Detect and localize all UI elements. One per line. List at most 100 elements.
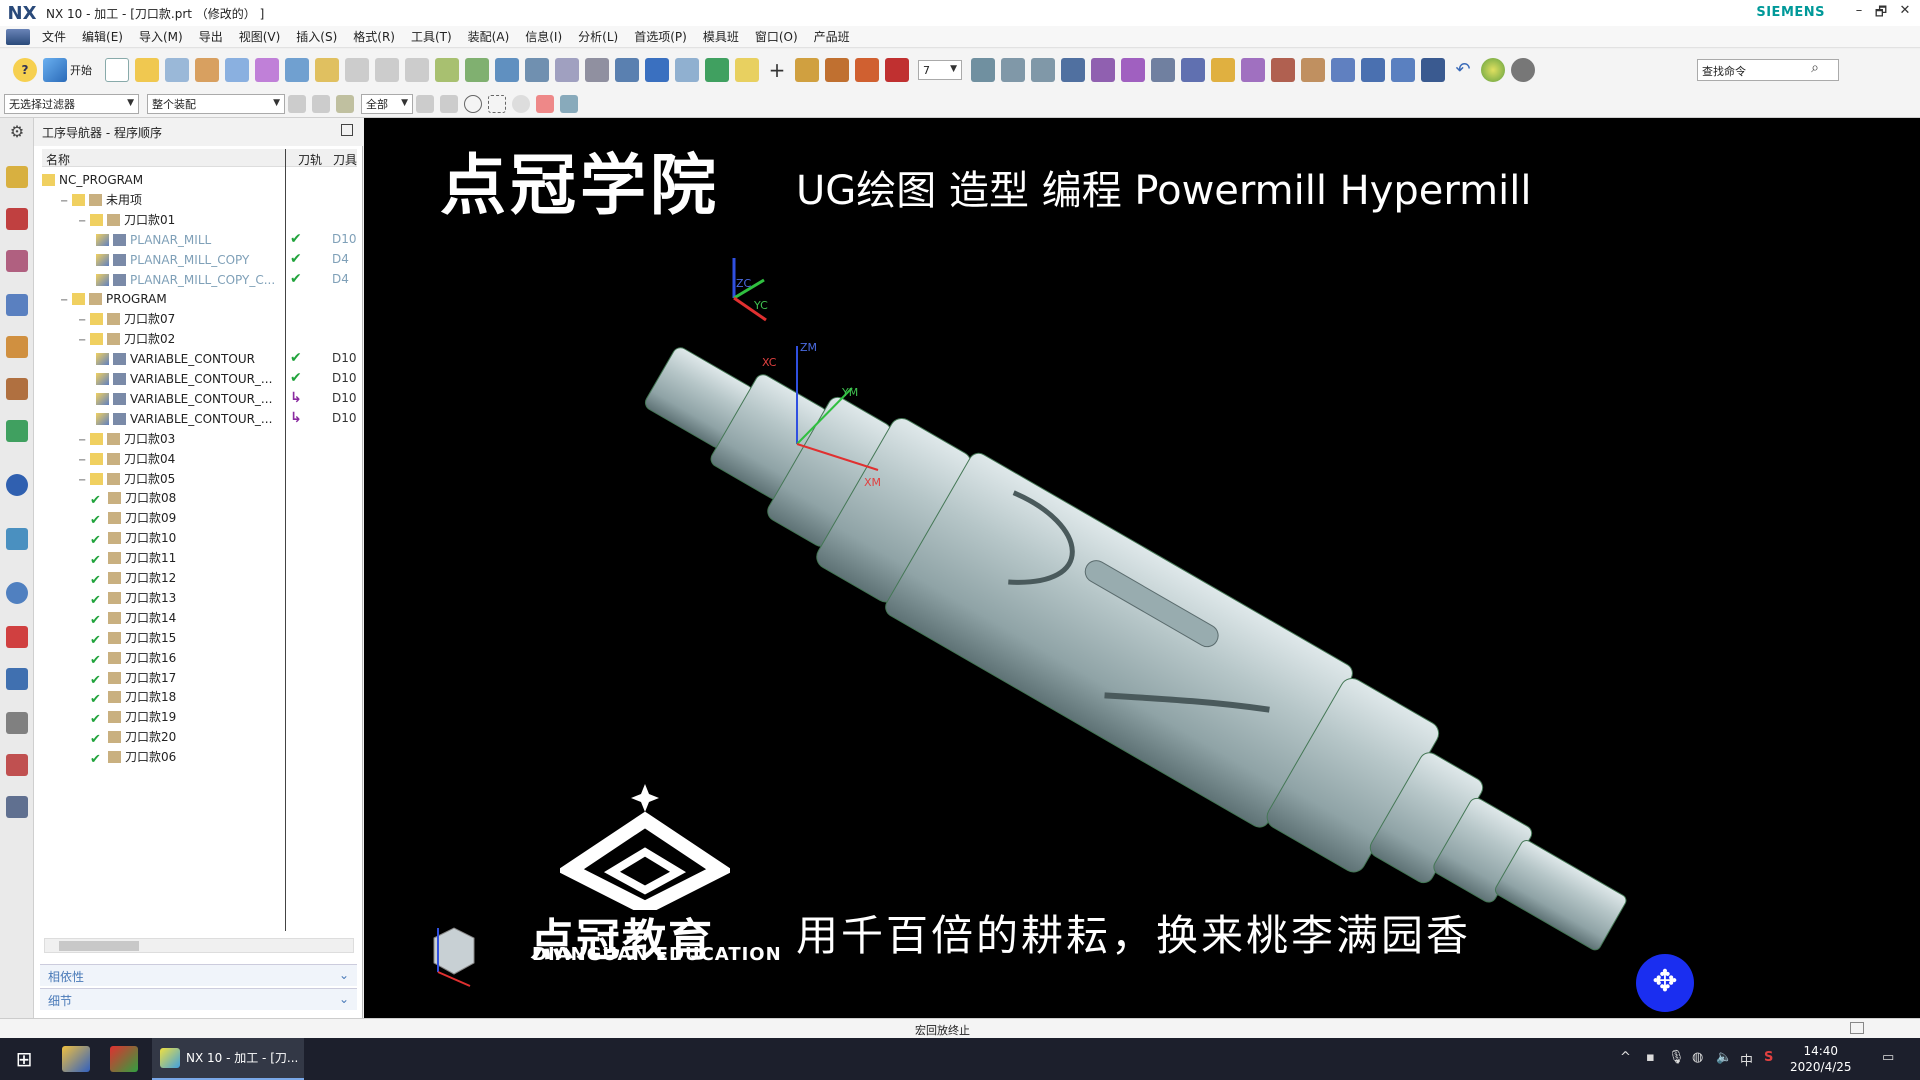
tool-icon-3[interactable] [225, 58, 249, 82]
tool-icon-6[interactable] [315, 58, 339, 82]
menu-edit[interactable]: 编辑(E) [74, 28, 131, 45]
tree-row[interactable]: ✔ 刀口款14 [78, 608, 282, 628]
tree-row[interactable]: ✔ 刀口款10 [78, 528, 282, 548]
tree-row[interactable]: VARIABLE_CONTOUR_... [96, 369, 282, 389]
constraint-navigator-icon[interactable] [6, 250, 28, 272]
type-scope-combo[interactable]: 全部 ▼ [361, 94, 413, 114]
app-menu-icon[interactable] [6, 28, 30, 45]
tree-row[interactable]: ✔ 刀口款12 [78, 568, 282, 588]
gear-icon[interactable]: ⚙ [6, 122, 28, 144]
tree-row[interactable]: ✔ 刀口款06 [78, 747, 282, 767]
expand-toggle-icon[interactable]: − [78, 431, 88, 451]
view-icon-2[interactable] [536, 95, 554, 113]
tool-icon-24[interactable] [1061, 58, 1085, 82]
process-studio-icon[interactable] [6, 668, 28, 690]
tree-row[interactable]: VARIABLE_CONTOUR [96, 349, 282, 369]
layer-icon-1[interactable] [971, 58, 995, 82]
pinned-app-icon-2[interactable] [110, 1046, 138, 1072]
menu-insert[interactable]: 插入(S) [288, 28, 345, 45]
expand-toggle-icon[interactable]: − [60, 192, 70, 212]
tree-row[interactable]: VARIABLE_CONTOUR_... [96, 409, 282, 429]
menu-tools[interactable]: 工具(T) [403, 28, 460, 45]
tool-icon-11[interactable] [465, 58, 489, 82]
operation-navigator-icon[interactable] [6, 294, 28, 316]
menu-import[interactable]: 导入(M) [131, 28, 191, 45]
tool-icon-22[interactable] [855, 58, 879, 82]
tool-icon-14[interactable] [555, 58, 579, 82]
reuse-library-icon[interactable] [6, 378, 28, 400]
start-label[interactable]: 开始 [70, 62, 92, 78]
tool-icon-10[interactable] [435, 58, 459, 82]
web-browser-icon[interactable] [6, 474, 28, 496]
menu-mold-class[interactable]: 模具班 [695, 28, 747, 45]
snap-icon-1[interactable] [416, 95, 434, 113]
snap-point-icon[interactable] [464, 95, 482, 113]
volume-icon[interactable]: 🔈 [1716, 1050, 1732, 1065]
tree-row[interactable]: − PROGRAM [60, 289, 282, 309]
tool-icon-34[interactable] [1391, 58, 1415, 82]
horizontal-scrollbar[interactable] [44, 938, 354, 953]
filter-icon-2[interactable] [312, 95, 330, 113]
tree-row[interactable]: − 刀口款01 [78, 210, 282, 230]
tool-icon-15[interactable] [585, 58, 609, 82]
tree-row[interactable]: PLANAR_MILL_COPY [96, 250, 282, 270]
tree-row[interactable]: − 未用项 [60, 190, 282, 210]
manufacturing-wizard-icon[interactable] [6, 712, 28, 734]
scrollbar-thumb[interactable] [59, 941, 139, 951]
tool-icon-4[interactable] [255, 58, 279, 82]
globe-icon[interactable] [1481, 58, 1505, 82]
tree-row[interactable]: ✔ 刀口款11 [78, 548, 282, 568]
tool-icon-20[interactable] [795, 58, 819, 82]
tool-icon-27[interactable] [1151, 58, 1175, 82]
tree-row[interactable]: ✔ 刀口款18 [78, 687, 282, 707]
tree-row[interactable]: − 刀口款03 [78, 429, 282, 449]
tool-icon-5[interactable] [285, 58, 309, 82]
zoom-combo[interactable]: 7 ▼ [918, 60, 962, 80]
tool-icon-16[interactable] [615, 58, 639, 82]
tree-row[interactable]: − 刀口款02 [78, 329, 282, 349]
tool-icon-26[interactable] [1121, 58, 1145, 82]
layer-icon-3[interactable] [1031, 58, 1055, 82]
role-icon[interactable] [1511, 58, 1535, 82]
menu-preferences[interactable]: 首选项(P) [626, 28, 695, 45]
tree-row[interactable]: ✔ 刀口款19 [78, 707, 282, 727]
menu-view[interactable]: 视图(V) [231, 28, 289, 45]
filter-icon-1[interactable] [288, 95, 306, 113]
tool-icon-7[interactable] [345, 58, 369, 82]
system-scene-icon[interactable] [6, 796, 28, 818]
help-icon[interactable]: ? [13, 58, 37, 82]
restore-button[interactable]: 🗗 [1872, 3, 1890, 21]
minimize-button[interactable]: – [1850, 3, 1868, 21]
save-icon[interactable] [1421, 58, 1445, 82]
expand-toggle-icon[interactable]: − [78, 451, 88, 471]
part-navigator-icon[interactable] [6, 166, 28, 188]
tree-row[interactable]: ✔ 刀口款17 [78, 668, 282, 688]
fullscreen-icon[interactable] [1850, 1022, 1864, 1034]
search-icon[interactable]: ⌕ [1805, 60, 1825, 80]
select-icon[interactable] [735, 58, 759, 82]
menu-info[interactable]: 信息(I) [517, 28, 570, 45]
selection-filter-combo[interactable]: 无选择过滤器 ▼ [4, 94, 139, 114]
tree-row[interactable]: PLANAR_MILL_COPY_C... [96, 270, 282, 290]
tool-icon-29[interactable] [1211, 58, 1235, 82]
open-folder-icon[interactable] [135, 58, 159, 82]
tool-icon-19[interactable] [705, 58, 729, 82]
view-icon-1[interactable] [512, 95, 530, 113]
windows-start-icon[interactable]: ⊞ [0, 1038, 48, 1080]
tree-row[interactable]: ✔ 刀口款08 [78, 488, 282, 508]
box-select-icon[interactable] [488, 95, 506, 113]
tool-icon-32[interactable] [1331, 58, 1355, 82]
tree-row[interactable]: ✔ 刀口款20 [78, 727, 282, 747]
expand-toggle-icon[interactable]: − [78, 311, 88, 331]
tool-icon-8[interactable] [375, 58, 399, 82]
graphics-window[interactable]: 点冠学院 UG绘图 造型 编程 Powermill Hypermill ZC Y… [364, 118, 1920, 1018]
menu-assembly[interactable]: 装配(A) [460, 28, 518, 45]
notification-icon[interactable]: ▭ [1882, 1050, 1894, 1065]
expand-toggle-icon[interactable]: − [78, 331, 88, 351]
tree-row[interactable]: − 刀口款04 [78, 449, 282, 469]
close-button[interactable]: ✕ [1896, 3, 1914, 21]
column-toolpath[interactable]: 刀轨 [298, 151, 322, 168]
maximize-panel-icon[interactable] [341, 124, 353, 136]
tree-row[interactable]: NC_PROGRAM [42, 170, 282, 190]
sogou-ime-icon[interactable]: S [1764, 1050, 1773, 1065]
